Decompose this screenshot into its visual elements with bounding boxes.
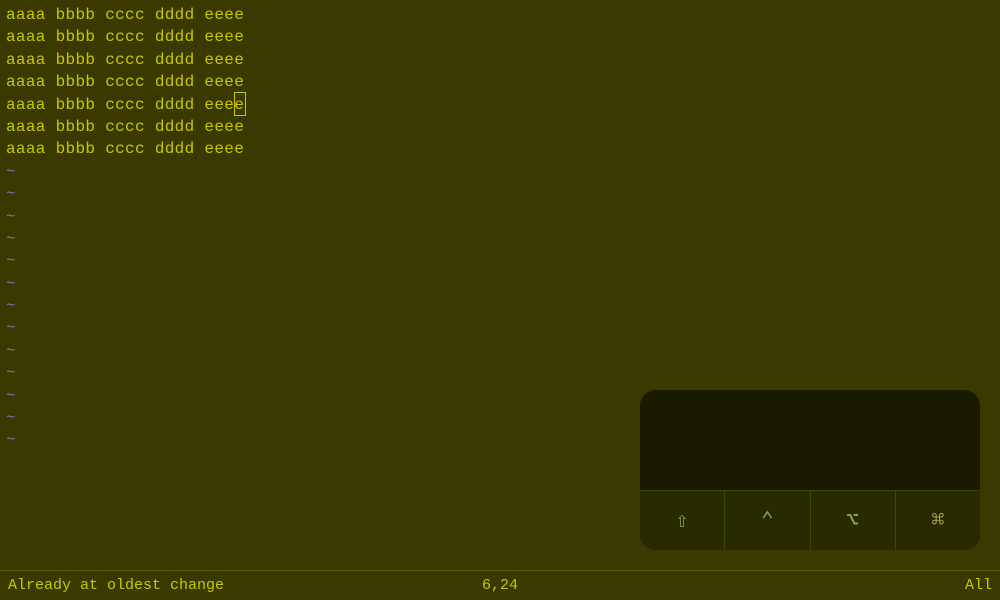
text-line: aaaa bbbb cccc dddd eeee — [6, 94, 994, 116]
tilde-line: ~ — [6, 273, 994, 295]
tilde-line: ~ — [6, 228, 994, 250]
cmd-key[interactable]: ⌘ — [896, 491, 980, 550]
text-line: aaaa bbbb cccc dddd eeee — [6, 26, 994, 48]
keyboard-keys-row: ⇧⌃⌥⌘ — [640, 490, 980, 550]
status-position: 6,24 — [482, 577, 518, 594]
text-line: aaaa bbbb cccc dddd eeee — [6, 4, 994, 26]
keyboard-widget: ⇧⌃⌥⌘ — [640, 390, 980, 550]
text-line: aaaa bbbb cccc dddd eeee — [6, 116, 994, 138]
status-mode: All — [965, 577, 992, 594]
tilde-line: ~ — [6, 295, 994, 317]
tilde-line: ~ — [6, 206, 994, 228]
keyboard-display — [640, 390, 980, 490]
status-bar: Already at oldest change 6,24 All — [0, 570, 1000, 600]
cursor: e — [234, 94, 244, 116]
text-line: aaaa bbbb cccc dddd eeee — [6, 138, 994, 160]
tilde-line: ~ — [6, 317, 994, 339]
tilde-line: ~ — [6, 340, 994, 362]
text-line: aaaa bbbb cccc dddd eeee — [6, 71, 994, 93]
alt-key[interactable]: ⌥ — [811, 491, 896, 550]
tilde-line: ~ — [6, 161, 994, 183]
text-line: aaaa bbbb cccc dddd eeee — [6, 49, 994, 71]
shift-key[interactable]: ⇧ — [640, 491, 725, 550]
ctrl-key[interactable]: ⌃ — [725, 491, 810, 550]
tilde-line: ~ — [6, 362, 994, 384]
tilde-line: ~ — [6, 183, 994, 205]
status-message: Already at oldest change — [8, 577, 224, 594]
tilde-line: ~ — [6, 250, 994, 272]
